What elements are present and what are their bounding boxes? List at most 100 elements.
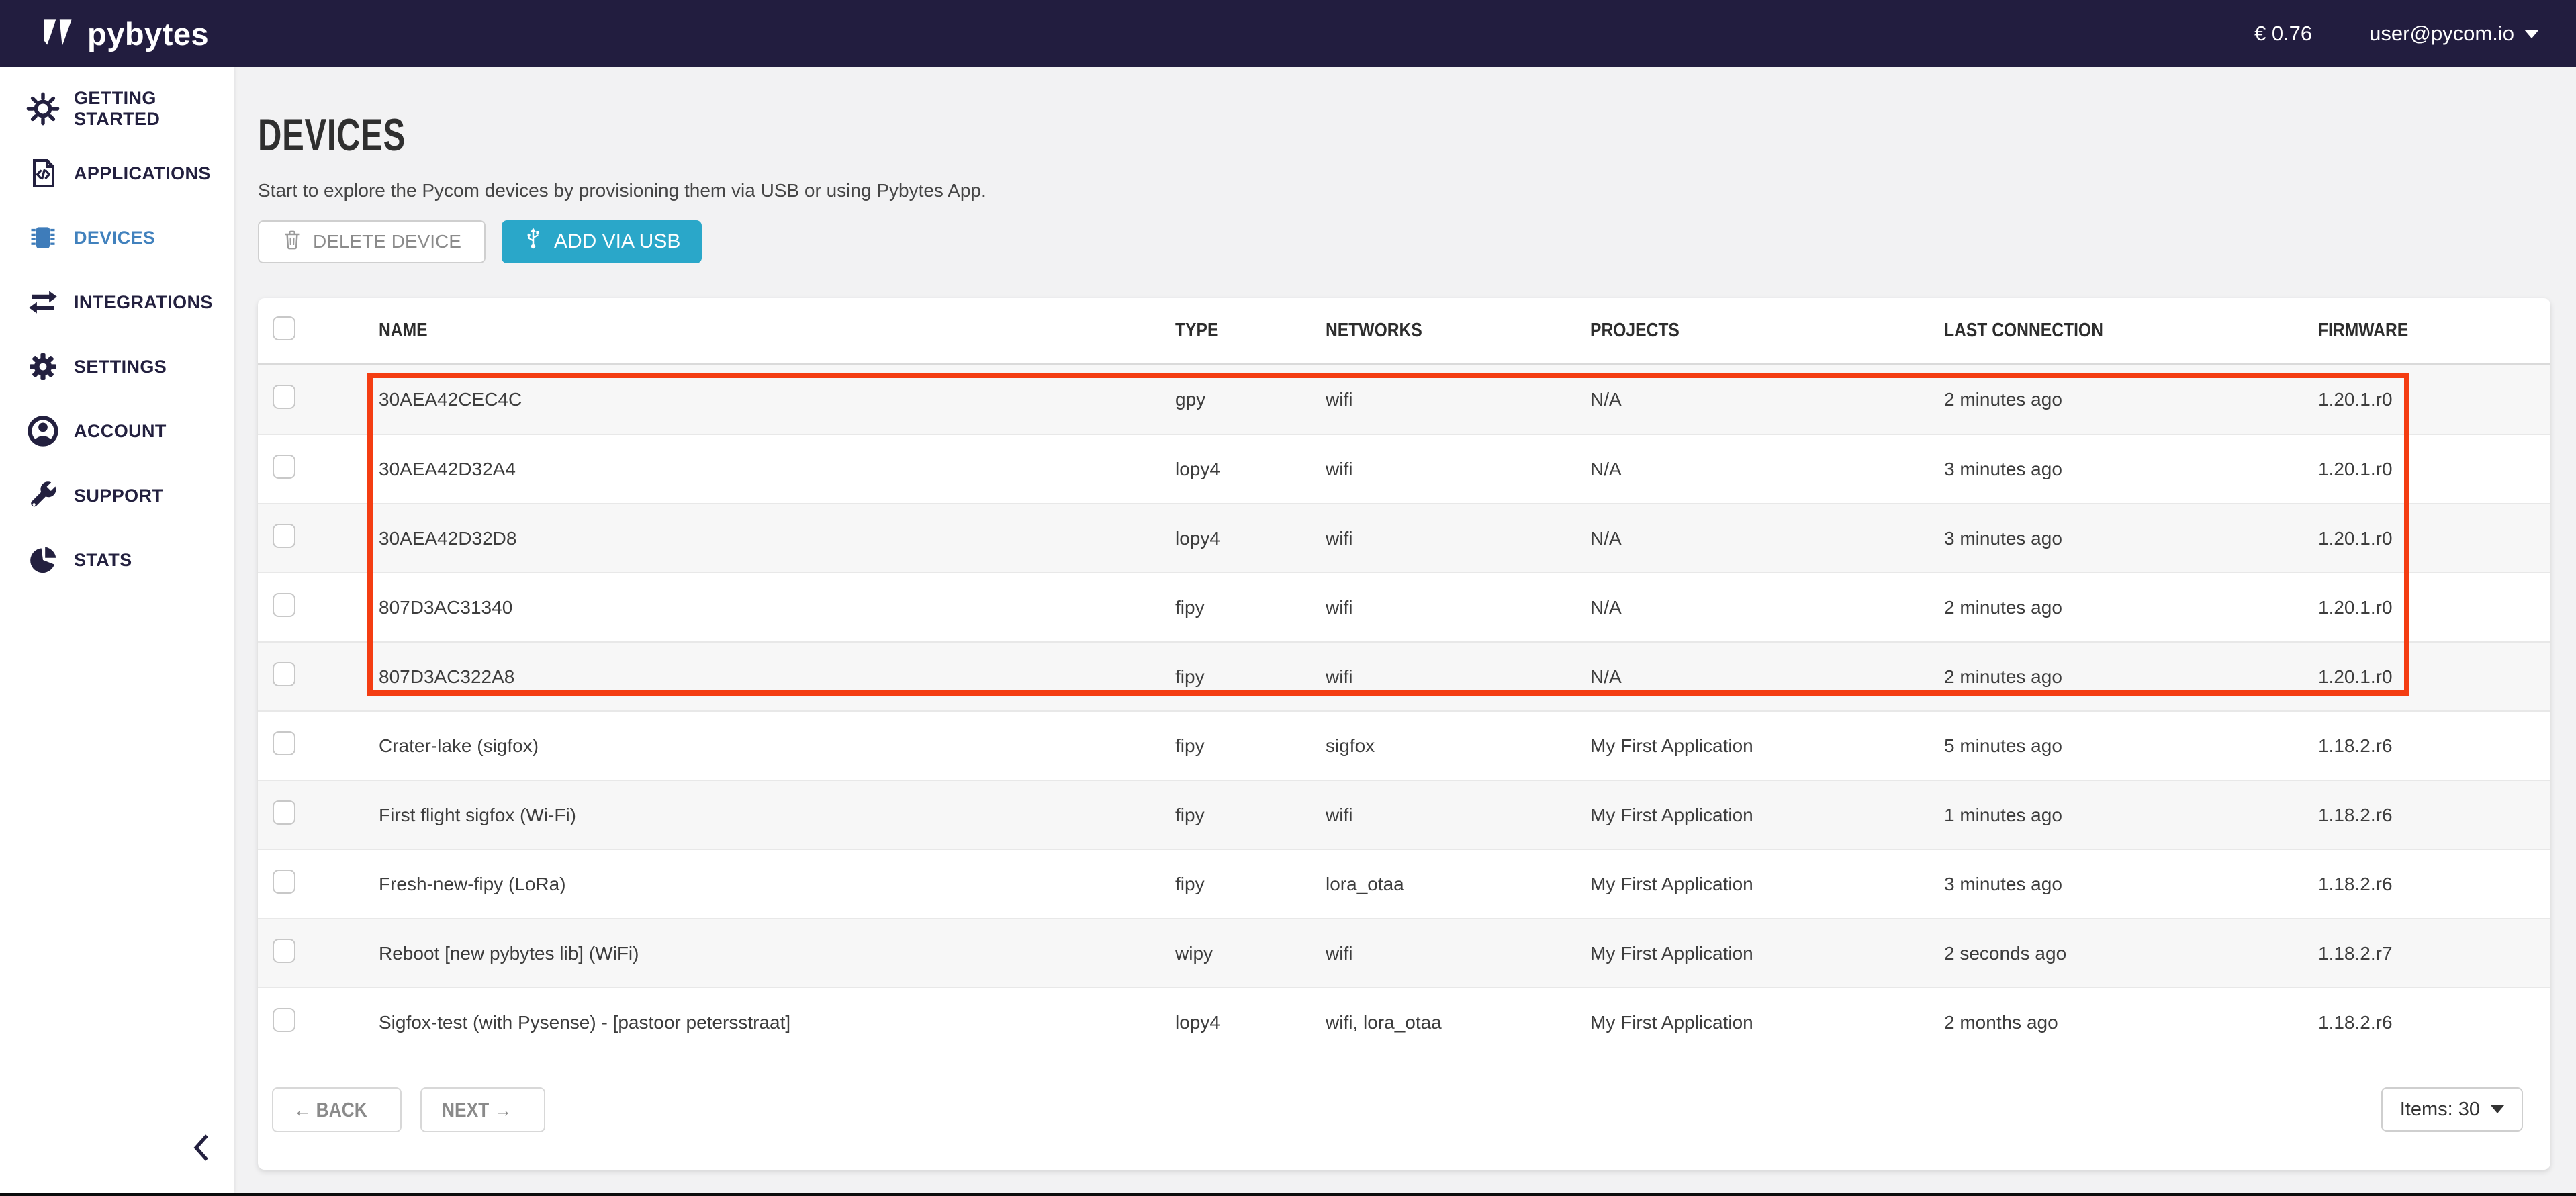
device-name: 30AEA42D32A4 xyxy=(379,459,1175,480)
top-bar: pybytes € 0.76 user@pycom.io xyxy=(0,0,2576,67)
table-row[interactable]: Sigfox-test (with Pysense) - [pastoor pe… xyxy=(258,987,2550,1056)
row-checkbox[interactable] xyxy=(273,1008,295,1032)
device-name: 807D3AC31340 xyxy=(379,597,1175,618)
device-projects: My First Application xyxy=(1590,735,1944,757)
table-row[interactable]: 30AEA42D32A4 lopy4 wifi N/A 3 minutes ag… xyxy=(258,434,2550,503)
delete-device-button[interactable]: DELETE DEVICE xyxy=(258,220,486,263)
column-header-projects: PROJECTS xyxy=(1590,320,1680,342)
device-firmware: 1.18.2.r6 xyxy=(2310,874,2550,895)
device-firmware: 1.18.2.r6 xyxy=(2310,735,2550,757)
row-checkbox[interactable] xyxy=(273,800,295,825)
device-projects: My First Application xyxy=(1590,1012,1944,1033)
gear-icon xyxy=(26,349,60,384)
sidebar-item-settings[interactable]: SETTINGS xyxy=(0,334,234,399)
table-row[interactable]: 807D3AC31340 fipy wifi N/A 2 minutes ago… xyxy=(258,572,2550,641)
device-name: First flight sigfox (Wi-Fi) xyxy=(379,804,1175,826)
row-checkbox[interactable] xyxy=(273,870,295,894)
pagination: ← BACK NEXT → Items: 30 xyxy=(258,1056,2550,1132)
sidebar-item-account[interactable]: ACCOUNT xyxy=(0,399,234,463)
sidebar-item-support[interactable]: SUPPORT xyxy=(0,463,234,528)
row-checkbox[interactable] xyxy=(273,662,295,686)
device-type: gpy xyxy=(1175,389,1326,410)
chip-icon xyxy=(26,220,60,255)
sidebar-item-label: SETTINGS xyxy=(74,357,167,377)
row-checkbox[interactable] xyxy=(273,524,295,548)
select-all-checkbox[interactable] xyxy=(273,316,295,340)
device-networks: wifi xyxy=(1326,528,1590,549)
row-checkbox[interactable] xyxy=(273,731,295,755)
table-row[interactable]: Reboot [new pybytes lib] (WiFi) wipy wif… xyxy=(258,918,2550,987)
device-type: fipy xyxy=(1175,666,1326,688)
device-name: Crater-lake (sigfox) xyxy=(379,735,1175,757)
device-last-connection: 2 seconds ago xyxy=(1944,943,2310,964)
back-button[interactable]: ← BACK xyxy=(272,1087,402,1132)
sun-icon xyxy=(26,91,60,126)
table-row[interactable]: First flight sigfox (Wi-Fi) fipy wifi My… xyxy=(258,780,2550,849)
device-projects: N/A xyxy=(1590,389,1944,410)
sidebar-item-applications[interactable]: APPLICATIONS xyxy=(0,141,234,205)
device-last-connection: 2 minutes ago xyxy=(1944,389,2310,410)
account-balance: € 0.76 xyxy=(2254,21,2312,46)
user-menu[interactable]: user@pycom.io xyxy=(2369,21,2539,46)
device-firmware: 1.18.2.r7 xyxy=(2310,943,2550,964)
row-checkbox[interactable] xyxy=(273,455,295,479)
sidebar-item-label: GETTING STARTED xyxy=(74,88,234,130)
sidebar-item-label: STATS xyxy=(74,550,132,571)
table-row[interactable]: 807D3AC322A8 fipy wifi N/A 2 minutes ago… xyxy=(258,641,2550,710)
device-last-connection: 2 minutes ago xyxy=(1944,597,2310,618)
device-projects: My First Application xyxy=(1590,874,1944,895)
next-button[interactable]: NEXT → xyxy=(420,1087,545,1132)
user-email: user@pycom.io xyxy=(2369,21,2514,46)
row-checkbox[interactable] xyxy=(273,593,295,617)
device-projects: My First Application xyxy=(1590,943,1944,964)
main-content: DEVICES Start to explore the Pycom devic… xyxy=(234,67,2576,1193)
sidebar-item-label: INTEGRATIONS xyxy=(74,292,213,313)
pybytes-logo[interactable]: pybytes xyxy=(39,13,209,54)
chevron-down-icon xyxy=(2524,30,2539,38)
sidebar: GETTING STARTED APPLICATIONS xyxy=(0,67,234,1193)
device-firmware: 1.20.1.r0 xyxy=(2310,389,2550,410)
column-header-last-connection: LAST CONNECTION xyxy=(1944,320,2103,342)
items-per-page-label: Items: 30 xyxy=(2400,1099,2480,1121)
device-name: 30AEA42D32D8 xyxy=(379,528,1175,549)
sidebar-collapse-chevron-icon[interactable] xyxy=(189,1133,214,1166)
device-type: lopy4 xyxy=(1175,459,1326,480)
device-type: lopy4 xyxy=(1175,1012,1326,1033)
sidebar-item-stats[interactable]: STATS xyxy=(0,528,234,592)
device-networks: wifi xyxy=(1326,804,1590,826)
device-last-connection: 3 minutes ago xyxy=(1944,874,2310,895)
device-firmware: 1.18.2.r6 xyxy=(2310,804,2550,826)
sidebar-item-devices[interactable]: DEVICES xyxy=(0,205,234,270)
device-firmware: 1.20.1.r0 xyxy=(2310,459,2550,480)
code-document-icon xyxy=(26,156,60,191)
add-via-usb-button[interactable]: ADD VIA USB xyxy=(502,220,702,263)
device-projects: N/A xyxy=(1590,459,1944,480)
sidebar-item-label: ACCOUNT xyxy=(74,421,167,442)
wrench-icon xyxy=(26,478,60,513)
sidebar-item-integrations[interactable]: INTEGRATIONS xyxy=(0,270,234,334)
table-row[interactable]: 30AEA42D32D8 lopy4 wifi N/A 3 minutes ag… xyxy=(258,503,2550,572)
device-type: fipy xyxy=(1175,874,1326,895)
sidebar-item-getting-started[interactable]: GETTING STARTED xyxy=(0,77,234,141)
row-checkbox[interactable] xyxy=(273,385,295,409)
user-circle-icon xyxy=(26,414,60,449)
device-last-connection: 1 minutes ago xyxy=(1944,804,2310,826)
items-per-page-dropdown[interactable]: Items: 30 xyxy=(2381,1087,2523,1132)
device-name: 30AEA42CEC4C xyxy=(379,389,1175,410)
device-networks: wifi xyxy=(1326,459,1590,480)
row-checkbox[interactable] xyxy=(273,939,295,963)
device-networks: wifi xyxy=(1326,666,1590,688)
table-row[interactable]: Crater-lake (sigfox) fipy sigfox My Firs… xyxy=(258,710,2550,780)
delete-device-label: DELETE DEVICE xyxy=(313,231,461,252)
pybytes-logo-icon xyxy=(39,13,77,54)
device-type: lopy4 xyxy=(1175,528,1326,549)
device-type: wipy xyxy=(1175,943,1326,964)
column-header-firmware: FIRMWARE xyxy=(2318,320,2408,342)
table-row[interactable]: Fresh-new-fipy (LoRa) fipy lora_otaa My … xyxy=(258,849,2550,918)
device-projects: N/A xyxy=(1590,597,1944,618)
device-networks: wifi, lora_otaa xyxy=(1326,1012,1590,1033)
pie-chart-icon xyxy=(26,543,60,578)
device-last-connection: 2 minutes ago xyxy=(1944,666,2310,688)
sidebar-item-label: SUPPORT xyxy=(74,486,163,506)
table-row[interactable]: 30AEA42CEC4C gpy wifi N/A 2 minutes ago … xyxy=(258,365,2550,434)
